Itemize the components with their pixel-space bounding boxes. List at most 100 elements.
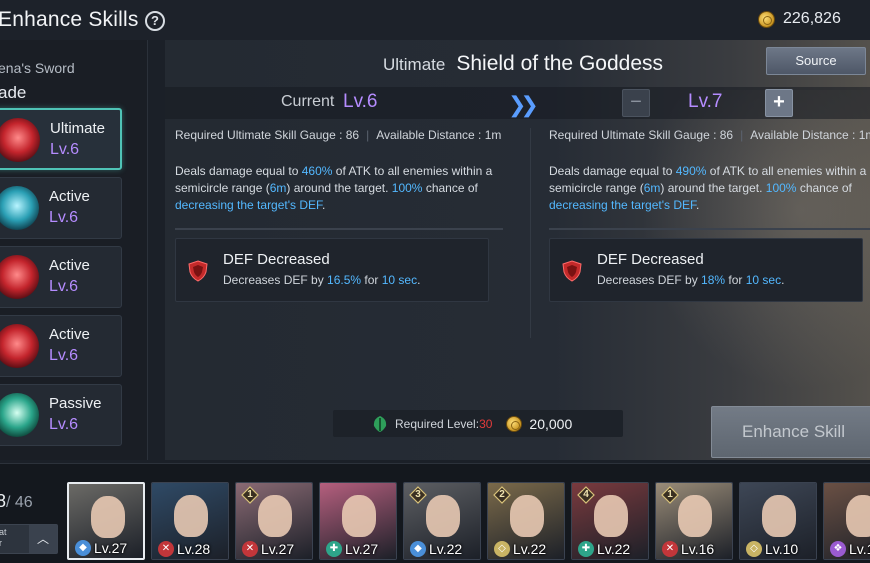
hero-face: [594, 495, 628, 537]
class-icon: ✕: [158, 541, 174, 557]
class-icon: ◇: [494, 541, 510, 557]
skill-list-panel: ena's Sword ade Ultimate Lv.6 Active Lv.…: [0, 40, 148, 460]
class-icon: ✚: [326, 541, 342, 557]
hero-card[interactable]: ✚ Lv.27: [319, 482, 397, 560]
enhance-cost: 20,000: [529, 415, 573, 432]
hero-level: ✕ Lv.27: [242, 541, 294, 557]
hero-level-text: Lv.22: [597, 541, 631, 557]
sort-label: at r: [0, 527, 7, 548]
sort-filter-dropdown[interactable]: at r ︿: [0, 524, 58, 554]
skill-title: Ultimate Shield of the Goddess: [383, 52, 663, 76]
hero-level: ✕ Lv.28: [158, 541, 210, 557]
skill-type: Active: [49, 257, 90, 274]
page-title: Enhance Skills: [0, 8, 139, 31]
hero-card[interactable]: ✕ Lv.28: [151, 482, 229, 560]
column-divider: [530, 128, 531, 338]
hero-face: [91, 496, 125, 538]
hero-level: ✚ Lv.27: [326, 541, 378, 557]
effect-description: Decreases DEF by 16.5% for 10 sec.: [223, 273, 421, 287]
hero-card[interactable]: ◇ Lv.10: [739, 482, 817, 560]
hero-level-text: Lv.22: [429, 541, 463, 557]
source-button[interactable]: Source: [766, 47, 866, 75]
hero-level-text: Lv.16: [681, 541, 715, 557]
skill-item-ultimate[interactable]: Ultimate Lv.6: [0, 108, 122, 170]
status-effect-card: DEF Decreased Decreases DEF by 16.5% for…: [175, 238, 489, 302]
separator: |: [366, 128, 370, 142]
hero-card[interactable]: ❖Lv.1: [823, 482, 870, 560]
hero-face: [426, 495, 460, 537]
hero-face: [678, 495, 712, 537]
class-icon: ✕: [242, 541, 258, 557]
status-effect-card: DEF Decreased Decreases DEF by 18% for 1…: [549, 238, 863, 302]
hero-card[interactable]: 3 ◆ Lv.22: [403, 482, 481, 560]
hero-count: 8/ 46: [0, 491, 33, 512]
skill-type: Ultimate: [50, 120, 106, 137]
enhance-skill-button[interactable]: Enhance Skill: [711, 406, 870, 458]
gauge-requirement: Required Ultimate Skill Gauge : 86: [549, 128, 734, 142]
increase-level-button[interactable]: +: [765, 89, 793, 117]
chevron-up-icon[interactable]: ︿: [29, 525, 57, 553]
gold-balance: 226,826: [758, 10, 841, 28]
class-icon: ❖: [830, 541, 846, 557]
skill-item-active-1[interactable]: Active Lv.6: [0, 177, 122, 239]
class-icon: ✕: [662, 541, 678, 557]
shield-icon: [562, 260, 582, 282]
skill-item-active-2[interactable]: Active Lv.6: [0, 246, 122, 308]
class-icon: ◇: [746, 541, 762, 557]
hero-face: [342, 495, 376, 537]
hero-card[interactable]: 4 ✚ Lv.22: [571, 482, 649, 560]
active-skill-icon: [0, 255, 39, 299]
hero-card[interactable]: ◆ Lv.27: [67, 482, 145, 560]
class-icon: ◆: [75, 540, 91, 556]
skill-item-active-3[interactable]: Active Lv.6: [0, 315, 122, 377]
hero-level-text: Lv.28: [177, 541, 211, 557]
skill-level: Lv.6: [49, 209, 79, 226]
total-count: / 46: [6, 494, 33, 511]
help-icon[interactable]: ?: [145, 11, 165, 31]
target-level: Lv.7: [688, 91, 723, 112]
hero-card[interactable]: 1 ✕ Lv.27: [235, 482, 313, 560]
hero-roster: 8/ 46 at r ︿ ◆ Lv.27 ✕ Lv.28 1 ✕ Lv.27 ✚ Lv.27 3 ◆ L…: [0, 463, 870, 563]
hero-face: [762, 495, 796, 537]
skill-detail-panel: Ultimate Shield of the Goddess Source Cu…: [165, 40, 870, 460]
level-bar: Current Lv.6 ❯❯ − Lv.7 +: [165, 87, 870, 119]
hero-card[interactable]: 2 ◇ Lv.22: [487, 482, 565, 560]
class-icon: ✚: [578, 541, 594, 557]
required-level-label: Required Level:: [395, 416, 480, 431]
skill-item-passive[interactable]: Passive Lv.6: [0, 384, 122, 446]
star-rank-badge: 4: [577, 486, 595, 504]
hero-level-text: Lv.1: [849, 541, 870, 557]
hero-level-text: Lv.22: [513, 541, 547, 557]
skill-type: Active: [49, 188, 90, 205]
skill-category: Ultimate: [383, 55, 446, 74]
skill-level: Lv.6: [50, 141, 80, 158]
effect-title: DEF Decreased: [223, 251, 330, 268]
star-rank-badge: 1: [661, 486, 679, 504]
top-bar: Enhance Skills ? 226,826: [0, 0, 870, 40]
active-skill-icon: [0, 186, 39, 230]
weapon-grade: ade: [0, 83, 27, 102]
passive-skill-icon: [0, 393, 39, 437]
hero-level: ◇ Lv.10: [746, 541, 798, 557]
required-level-value: 30: [479, 416, 493, 431]
available-distance: Available Distance : 1m: [376, 128, 502, 142]
ultimate-skill-icon: [0, 118, 40, 162]
double-chevron-right-icon: ❯❯: [508, 92, 539, 117]
class-icon: ◆: [410, 541, 426, 557]
hero-level: ◇ Lv.22: [494, 541, 546, 557]
skill-level: Lv.6: [49, 347, 79, 364]
divider: [175, 228, 503, 230]
skill-level: Lv.6: [49, 416, 79, 433]
hero-face: [510, 495, 544, 537]
star-rank-badge: 3: [409, 486, 427, 504]
skill-name: Shield of the Goddess: [456, 52, 663, 75]
hero-level: ❖Lv.1: [830, 541, 870, 557]
decrease-level-button[interactable]: −: [622, 89, 650, 117]
star-rank-badge: 1: [241, 486, 259, 504]
separator: |: [740, 128, 744, 142]
hero-level-text: Lv.27: [94, 540, 128, 556]
hero-card[interactable]: 1 ✕ Lv.16: [655, 482, 733, 560]
next-level-details: Required Ultimate Skill Gauge : 86 | Ava…: [549, 128, 870, 302]
skill-type: Passive: [49, 395, 102, 412]
hero-level: ✕ Lv.16: [662, 541, 714, 557]
